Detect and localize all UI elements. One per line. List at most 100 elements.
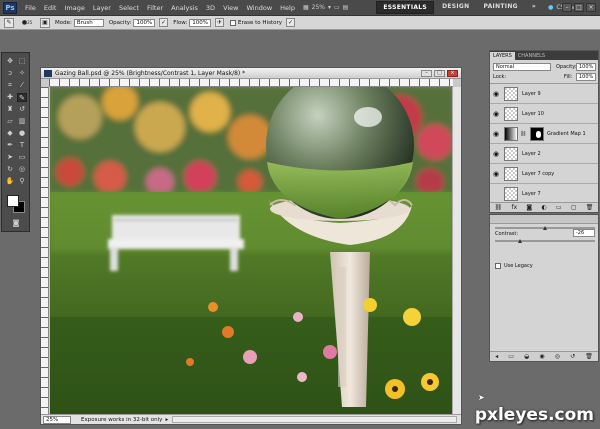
shape-tool-icon[interactable]: ▭ (17, 153, 27, 162)
pressure-opacity-icon[interactable]: ✓ (159, 18, 169, 27)
slider-thumb-icon[interactable] (543, 226, 547, 230)
layer-row[interactable]: ◉ Layer 7 copy (490, 164, 598, 184)
new-layer-icon[interactable]: ▢ (571, 204, 577, 211)
screen-mode-icon[interactable]: ▭ (334, 4, 340, 11)
pen-tool-icon[interactable]: ✒ (5, 141, 15, 150)
horizontal-ruler[interactable] (49, 79, 453, 87)
airbrush-icon[interactable]: ✈ (215, 18, 225, 27)
menu-select[interactable]: Select (115, 4, 143, 12)
vertical-scrollbar[interactable] (452, 87, 461, 415)
eye-icon[interactable]: ◉ (492, 130, 500, 138)
hand-tool-icon[interactable]: ✋ (5, 177, 15, 186)
expand-view-icon[interactable]: ▭ (508, 353, 514, 360)
delete-layer-icon[interactable]: 🗑 (586, 204, 594, 211)
arrange-controls[interactable]: ▦ 25% ▾ ▭ ▤ (303, 4, 348, 11)
dodge-tool-icon[interactable]: ● (17, 129, 27, 138)
eye-hidden-icon[interactable] (492, 190, 500, 198)
eye-icon[interactable]: ◉ (492, 170, 500, 178)
menu-help[interactable]: Help (276, 4, 299, 12)
crop-tool-icon[interactable]: ⌗ (5, 81, 15, 90)
3d-rotate-tool-icon[interactable]: ↻ (5, 165, 15, 174)
adjustments-header[interactable] (490, 215, 598, 224)
workspace-painting-button[interactable]: PAINTING (477, 1, 523, 14)
new-adjustment-icon[interactable]: ◐ (541, 204, 546, 211)
minimize-icon[interactable]: – (562, 3, 572, 12)
close-icon[interactable]: × (586, 3, 596, 12)
menu-layer[interactable]: Layer (89, 4, 115, 12)
zoom-tool-icon[interactable]: ⚲ (17, 177, 27, 186)
clip-layer-icon[interactable]: ◒ (524, 353, 529, 360)
layer-row[interactable]: Layer 7 (490, 184, 598, 204)
move-tool-icon[interactable]: ✥ (5, 57, 15, 66)
layer-opacity-input[interactable]: 100% (576, 63, 596, 71)
layer-row[interactable]: ◉ Layer 2 (490, 144, 598, 164)
foreground-color-swatch[interactable] (7, 195, 19, 207)
layer-fill-input[interactable]: 100% (576, 73, 596, 81)
vertical-ruler[interactable] (41, 87, 49, 415)
photoshop-logo-icon[interactable]: Ps (3, 1, 17, 14)
document-minimize-icon[interactable]: – (421, 70, 432, 77)
tab-layers[interactable]: LAYERS (490, 52, 515, 60)
pressure-size-icon[interactable]: ✓ (285, 18, 295, 27)
eyedropper-tool-icon[interactable]: ⁄ (17, 81, 27, 90)
trash-icon[interactable]: 🗑 (585, 353, 593, 360)
view-previous-icon[interactable]: ◎ (555, 353, 560, 360)
marquee-tool-icon[interactable]: ⬚ (17, 57, 27, 66)
menu-3d[interactable]: 3D (202, 4, 219, 12)
visibility-icon[interactable]: ◉ (539, 353, 544, 360)
lasso-tool-icon[interactable]: ↄ (5, 69, 15, 78)
horizontal-scrollbar[interactable] (172, 416, 457, 423)
more-workspaces-button[interactable]: » (526, 1, 542, 14)
link-layers-icon[interactable]: ⛓ (495, 204, 503, 211)
layer-mask-thumbnail[interactable] (530, 127, 544, 141)
gradient-tool-icon[interactable]: ▥ (17, 117, 27, 126)
brush-tool-icon[interactable]: ✎ (4, 17, 14, 28)
use-legacy-checkbox[interactable] (495, 263, 501, 269)
back-arrow-icon[interactable]: ◂ (495, 353, 498, 360)
document-title-bar[interactable]: Gazing Ball.psd @ 25% (Brightness/Contra… (41, 68, 461, 79)
tab-channels[interactable]: CHANNELS (515, 52, 548, 60)
blur-tool-icon[interactable]: ◆ (5, 129, 15, 138)
document-close-icon[interactable]: × (447, 70, 458, 77)
chain-link-icon[interactable]: ⛓ (520, 131, 526, 137)
workspace-design-button[interactable]: DESIGN (436, 1, 475, 14)
reset-icon[interactable]: ↺ (570, 353, 575, 360)
document-maximize-icon[interactable]: □ (434, 70, 445, 77)
clone-stamp-tool-icon[interactable]: ♜ (5, 105, 15, 114)
eye-icon[interactable]: ◉ (492, 150, 500, 158)
status-arrow-icon[interactable]: ▸ (165, 417, 168, 423)
workspace-essentials-button[interactable]: ESSENTIALS (376, 1, 435, 14)
maximize-icon[interactable]: □ (574, 3, 584, 12)
brush-preset-picker[interactable]: ● 25 (18, 18, 36, 28)
quick-mask-icon[interactable]: ◙ (11, 219, 21, 228)
eraser-tool-icon[interactable]: ▱ (5, 117, 15, 126)
brush-panel-icon[interactable]: ▣ (40, 17, 50, 28)
contrast-input[interactable]: -26 (573, 229, 595, 237)
zoom-level-display[interactable]: 25% (312, 4, 325, 11)
mode-select[interactable]: Brush (73, 18, 104, 27)
history-brush-tool-icon[interactable]: ↺ (17, 105, 27, 114)
menu-file[interactable]: File (21, 4, 40, 12)
flow-input[interactable]: 100% (189, 18, 212, 27)
eye-icon[interactable]: ◉ (492, 110, 500, 118)
menu-window[interactable]: Window (243, 4, 277, 12)
add-mask-icon[interactable]: ◙ (526, 204, 532, 211)
type-tool-icon[interactable]: T (17, 141, 27, 150)
erase-history-checkbox[interactable] (230, 19, 237, 26)
menu-view[interactable]: View (219, 4, 242, 12)
eye-icon[interactable]: ◉ (492, 90, 500, 98)
contrast-slider[interactable] (495, 239, 595, 243)
document-zoom-input[interactable]: 25% (43, 415, 71, 424)
layer-row[interactable]: ◉ ⛓ Gradient Map 1 (490, 124, 598, 144)
layer-style-icon[interactable]: fx (511, 204, 517, 211)
blend-mode-select[interactable]: Normal (493, 63, 551, 71)
document-status-text[interactable]: Exposure works in 32-bit only (81, 417, 162, 423)
brush-tool-icon[interactable]: ✎ (17, 93, 27, 102)
quick-select-tool-icon[interactable]: ✧ (17, 69, 27, 78)
menu-image[interactable]: Image (60, 4, 88, 12)
opacity-input[interactable]: 100% (133, 18, 156, 27)
menu-edit[interactable]: Edit (40, 4, 61, 12)
new-group-icon[interactable]: ▭ (556, 204, 562, 211)
healing-tool-icon[interactable]: ✚ (5, 93, 15, 102)
document-canvas[interactable] (50, 87, 453, 415)
